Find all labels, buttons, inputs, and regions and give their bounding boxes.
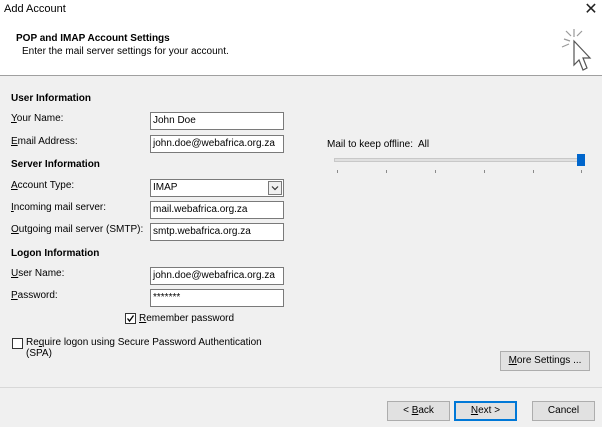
close-icon: ✕: [584, 1, 598, 18]
user-name-label: User Name:: [11, 268, 65, 279]
back-button[interactable]: < Back: [387, 401, 450, 421]
next-button[interactable]: Next >: [454, 401, 517, 421]
email-label: Email Address:: [11, 136, 78, 147]
section-server-information: Server Information: [11, 159, 100, 170]
more-settings-button[interactable]: More Settings ...: [500, 351, 590, 371]
slider-tick: [484, 170, 485, 173]
account-type-select[interactable]: IMAP: [150, 179, 284, 197]
account-type-label: Account Type:: [11, 180, 75, 191]
outgoing-server-label: Outgoing mail server (SMTP):: [11, 224, 144, 235]
window-title: Add Account: [4, 3, 66, 15]
dialog-header: POP and IMAP Account Settings Enter the …: [0, 22, 602, 76]
header-subtitle: Enter the mail server settings for your …: [22, 46, 229, 57]
slider-tick: [581, 170, 582, 173]
close-button[interactable]: ✕: [580, 0, 602, 20]
section-user-information: User Information: [11, 93, 92, 104]
your-name-label: Your Name:: [11, 113, 64, 124]
email-input[interactable]: john.doe@webafrica.org.za: [150, 135, 284, 153]
chevron-down-icon: [268, 181, 282, 195]
cursor-sparkle-icon: [561, 29, 592, 71]
spa-label[interactable]: Require logon using Secure Password Auth…: [26, 337, 262, 359]
remember-password-checkbox[interactable]: [125, 313, 136, 324]
slider-tick: [435, 170, 436, 173]
offline-label: Mail to keep offline: All: [327, 139, 430, 150]
slider-tick: [533, 170, 534, 173]
footer-divider: [0, 387, 602, 388]
slider-tick: [337, 170, 338, 173]
slider-tick: [386, 170, 387, 173]
cancel-button[interactable]: Cancel: [532, 401, 595, 421]
password-label: Password:: [11, 290, 58, 301]
checkmark-icon: [126, 315, 135, 323]
section-logon-information: Logon Information: [11, 248, 100, 259]
spa-checkbox[interactable]: [12, 338, 23, 349]
offline-value: All: [418, 139, 430, 150]
remember-password-label[interactable]: Remember password: [139, 313, 234, 324]
outgoing-server-input[interactable]: smtp.webafrica.org.za: [150, 223, 284, 241]
offline-slider-thumb[interactable]: [577, 154, 585, 166]
user-name-input[interactable]: john.doe@webafrica.org.za: [150, 267, 284, 285]
header-title: POP and IMAP Account Settings: [16, 33, 170, 44]
title-bar: [0, 0, 602, 22]
incoming-server-label: Incoming mail server:: [11, 202, 107, 213]
your-name-input[interactable]: John Doe: [150, 112, 284, 130]
password-input[interactable]: *******: [150, 289, 284, 307]
incoming-server-input[interactable]: mail.webafrica.org.za: [150, 201, 284, 219]
account-type-value: IMAP: [153, 182, 178, 193]
offline-slider-track[interactable]: [334, 158, 582, 162]
